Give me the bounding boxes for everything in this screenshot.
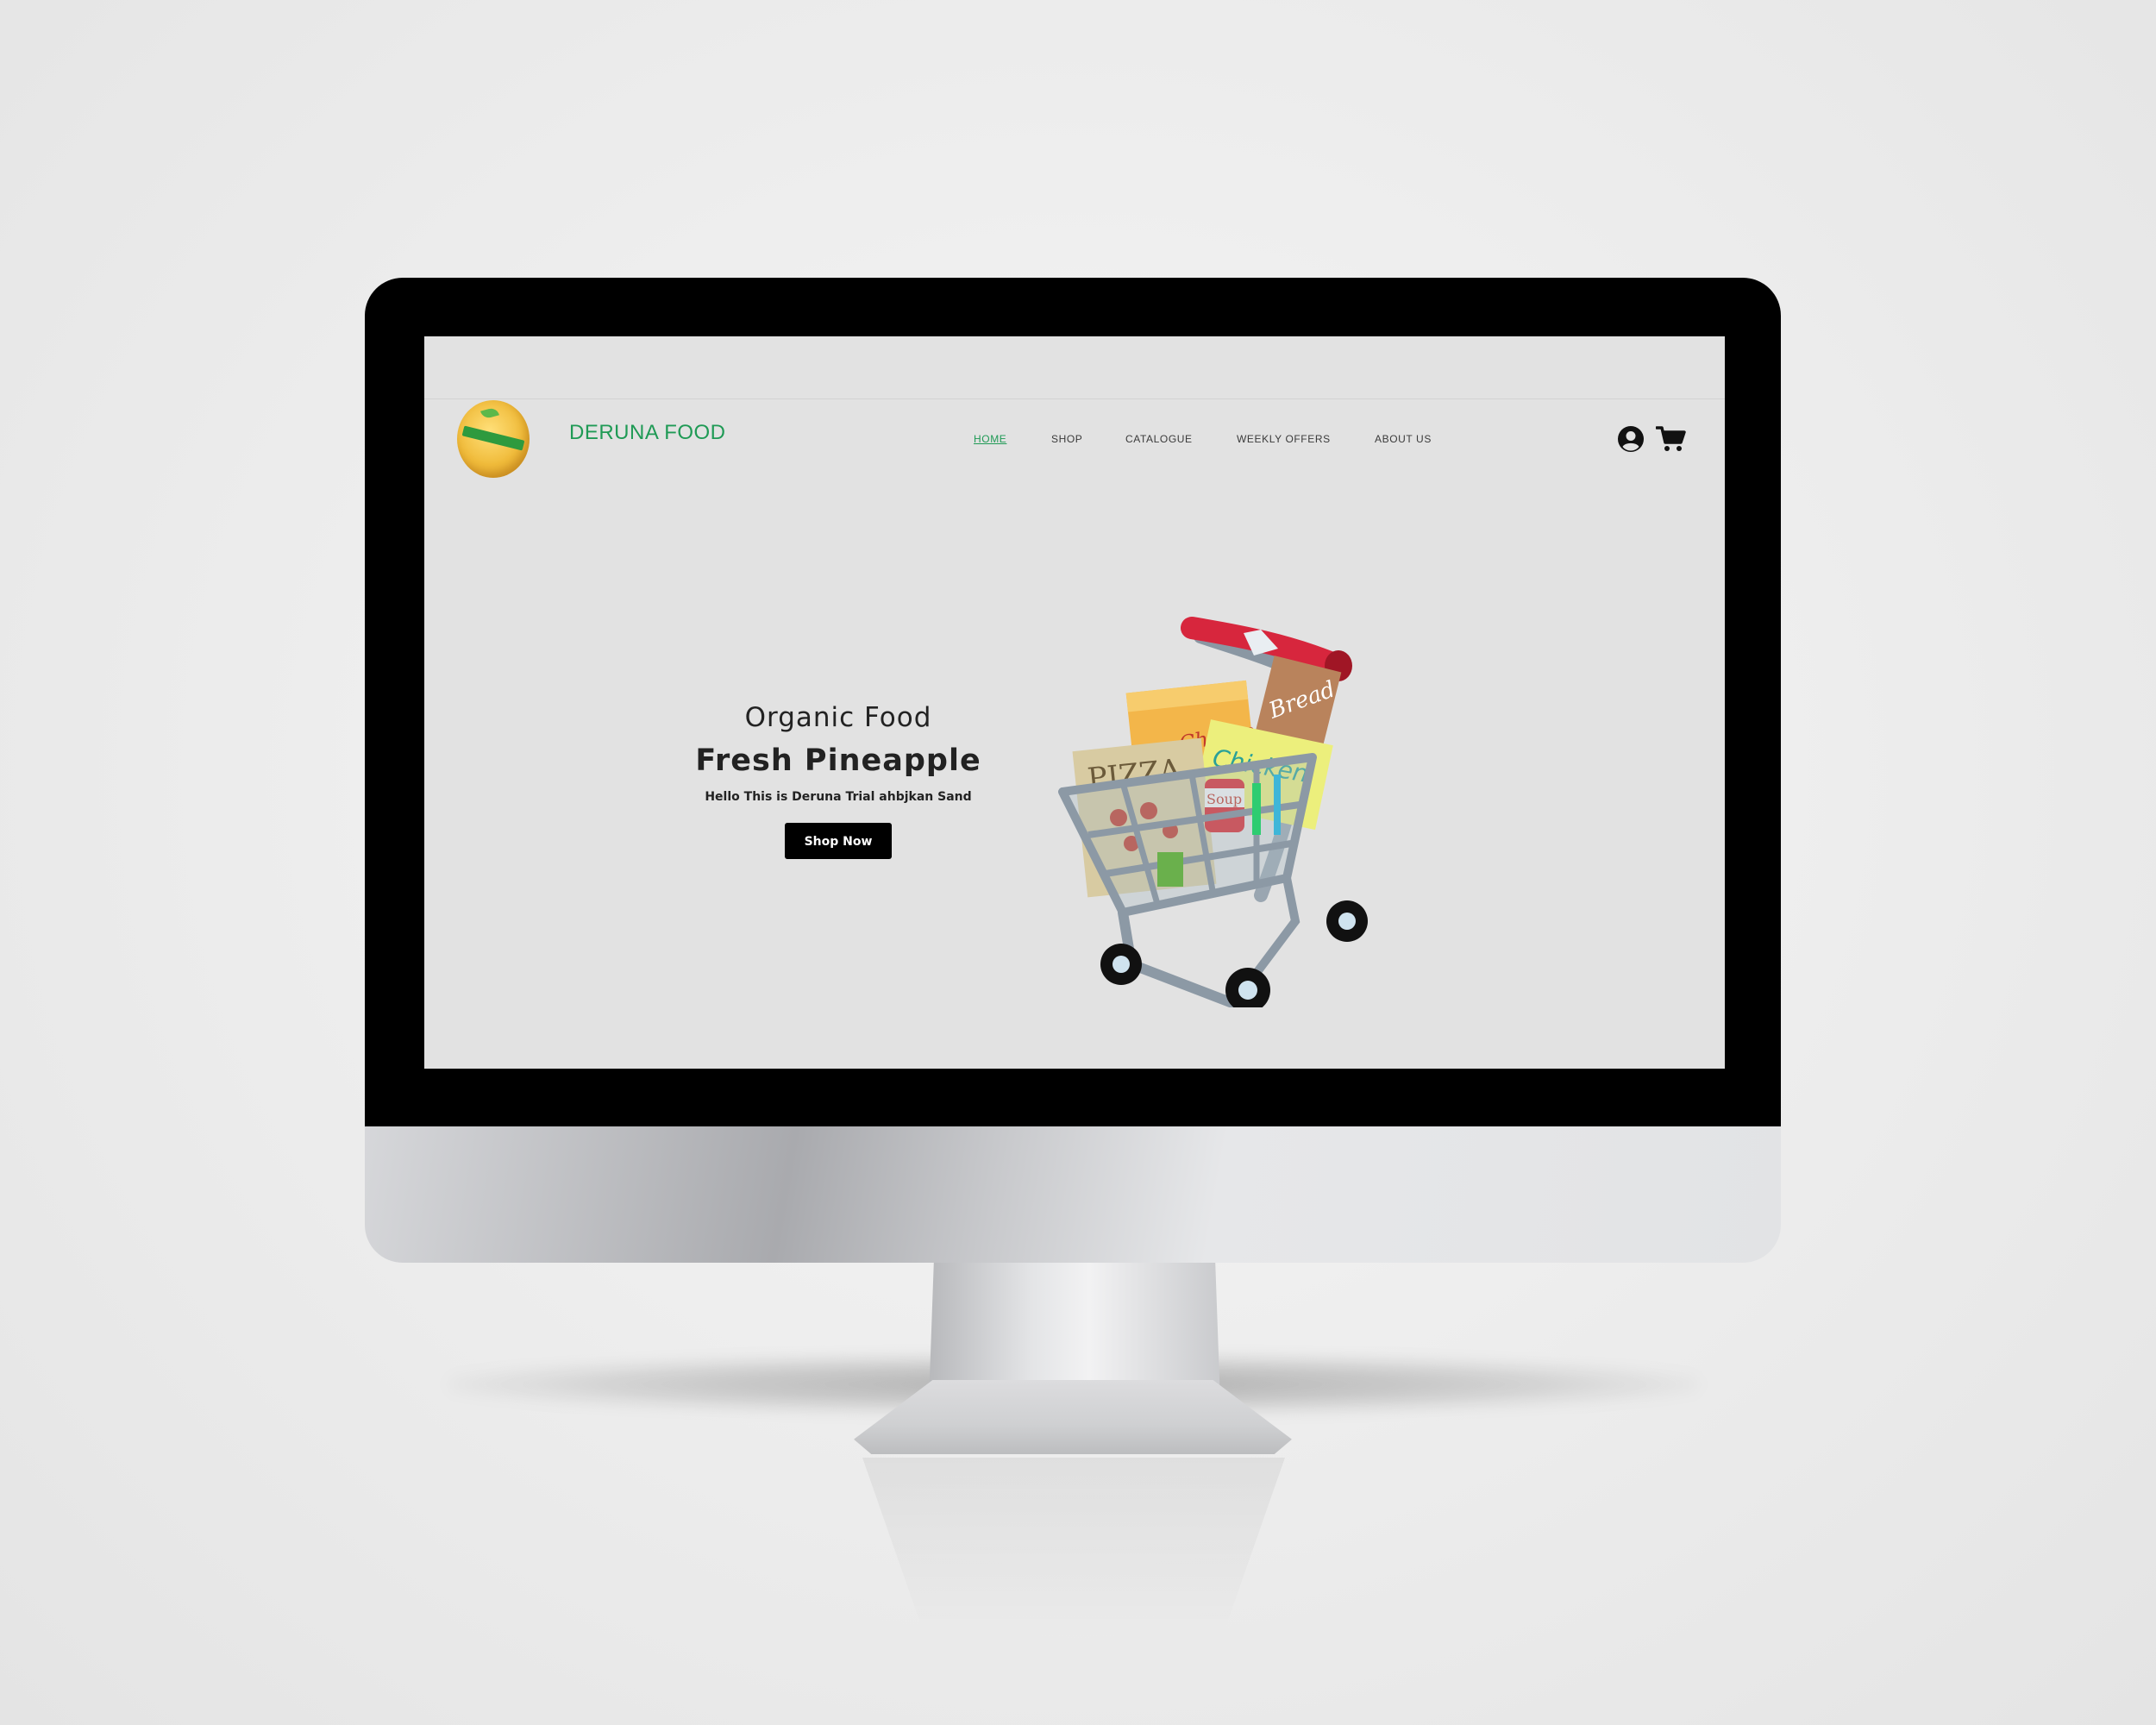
hero-description: Hello This is Deruna Trial ahbjkan Sand bbox=[705, 790, 972, 804]
header-divider bbox=[424, 398, 1725, 399]
main-nav: HOME SHOP CATALOGUE WEEKLY OFFERS ABOUT … bbox=[424, 433, 1725, 450]
nav-shop[interactable]: SHOP bbox=[1051, 433, 1082, 445]
stand-reflection bbox=[862, 1458, 1285, 1639]
monitor-chin bbox=[365, 1126, 1781, 1263]
shopping-cart-icon[interactable] bbox=[1656, 425, 1687, 453]
website-screen: DERUNA FOOD HOME SHOP CATALOGUE WEEKLY O… bbox=[424, 336, 1725, 1069]
hero-text: Organic Food Fresh Pineapple Hello This … bbox=[659, 702, 1018, 859]
user-circle-icon[interactable] bbox=[1617, 425, 1645, 453]
shopping-cart-illustration: Cheese Bread Chicken PIZZA Soup bbox=[1058, 617, 1368, 1007]
monitor-stand-base bbox=[854, 1380, 1292, 1454]
nav-catalogue[interactable]: CATALOGUE bbox=[1125, 433, 1193, 445]
nav-about-us[interactable]: ABOUT US bbox=[1375, 433, 1432, 445]
hero-title: Fresh Pineapple bbox=[695, 743, 981, 778]
monitor: DERUNA FOOD HOME SHOP CATALOGUE WEEKLY O… bbox=[365, 278, 1781, 1263]
hero-subtitle: Organic Food bbox=[744, 702, 932, 733]
logo-leaf bbox=[480, 406, 499, 420]
nav-weekly-offers[interactable]: WEEKLY OFFERS bbox=[1237, 433, 1331, 445]
shop-now-button[interactable]: Shop Now bbox=[785, 823, 892, 859]
nav-home[interactable]: HOME bbox=[974, 433, 1006, 445]
